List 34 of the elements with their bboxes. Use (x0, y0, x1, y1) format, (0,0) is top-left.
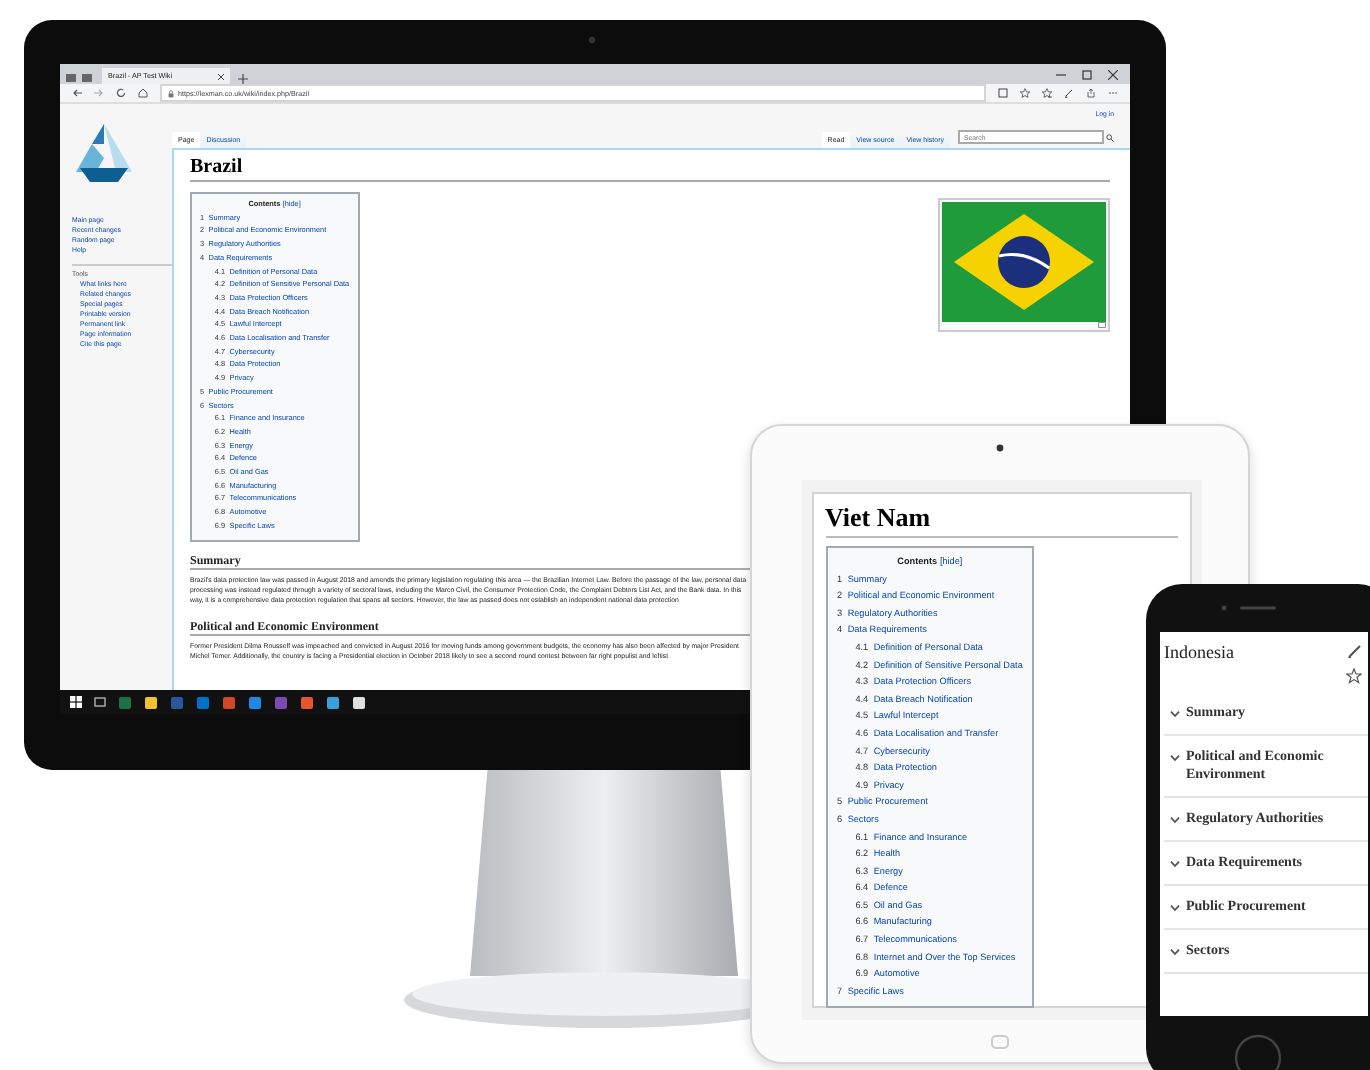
close-icon[interactable] (1108, 69, 1118, 79)
star-icon[interactable] (1346, 667, 1362, 684)
triangle-logo-icon[interactable] (72, 120, 136, 184)
refresh-icon[interactable] (116, 88, 126, 98)
reading-view-icon[interactable] (998, 88, 1008, 98)
search-icon[interactable] (1106, 133, 1114, 141)
camera-icon (588, 36, 596, 44)
share-icon[interactable] (1086, 88, 1096, 98)
page-title: Viet Nam (825, 502, 931, 532)
pencil-icon[interactable] (1348, 644, 1362, 659)
star-icon[interactable] (1020, 88, 1030, 98)
speaker-icon (1220, 604, 1280, 612)
home-icon[interactable] (138, 88, 148, 98)
enlarge-icon[interactable] (1098, 322, 1106, 328)
chevron-icon[interactable] (1170, 903, 1180, 912)
maximize-icon[interactable] (1082, 69, 1092, 79)
back-arrow-icon[interactable] (72, 88, 82, 98)
page-title: Brazil (190, 156, 243, 178)
plus-icon[interactable] (238, 74, 248, 84)
lock-icon (168, 89, 174, 97)
camera-icon (996, 444, 1004, 452)
chevron-icon[interactable] (1170, 947, 1180, 956)
chevron-icon[interactable] (1170, 815, 1180, 824)
minimize-icon[interactable] (1056, 69, 1066, 79)
chevron-icon[interactable] (1170, 859, 1180, 868)
chevron-icon[interactable] (1170, 753, 1180, 762)
chevron-icon[interactable] (1170, 709, 1180, 718)
windows-start-icon[interactable] (70, 696, 82, 708)
tab-actions-icon[interactable] (66, 72, 94, 84)
close-icon[interactable] (218, 73, 224, 79)
page-title: Indonesia (1164, 641, 1234, 662)
task-view-icon[interactable] (94, 696, 106, 708)
favorites-icon[interactable] (1042, 88, 1052, 98)
pen-icon[interactable] (1064, 88, 1074, 98)
